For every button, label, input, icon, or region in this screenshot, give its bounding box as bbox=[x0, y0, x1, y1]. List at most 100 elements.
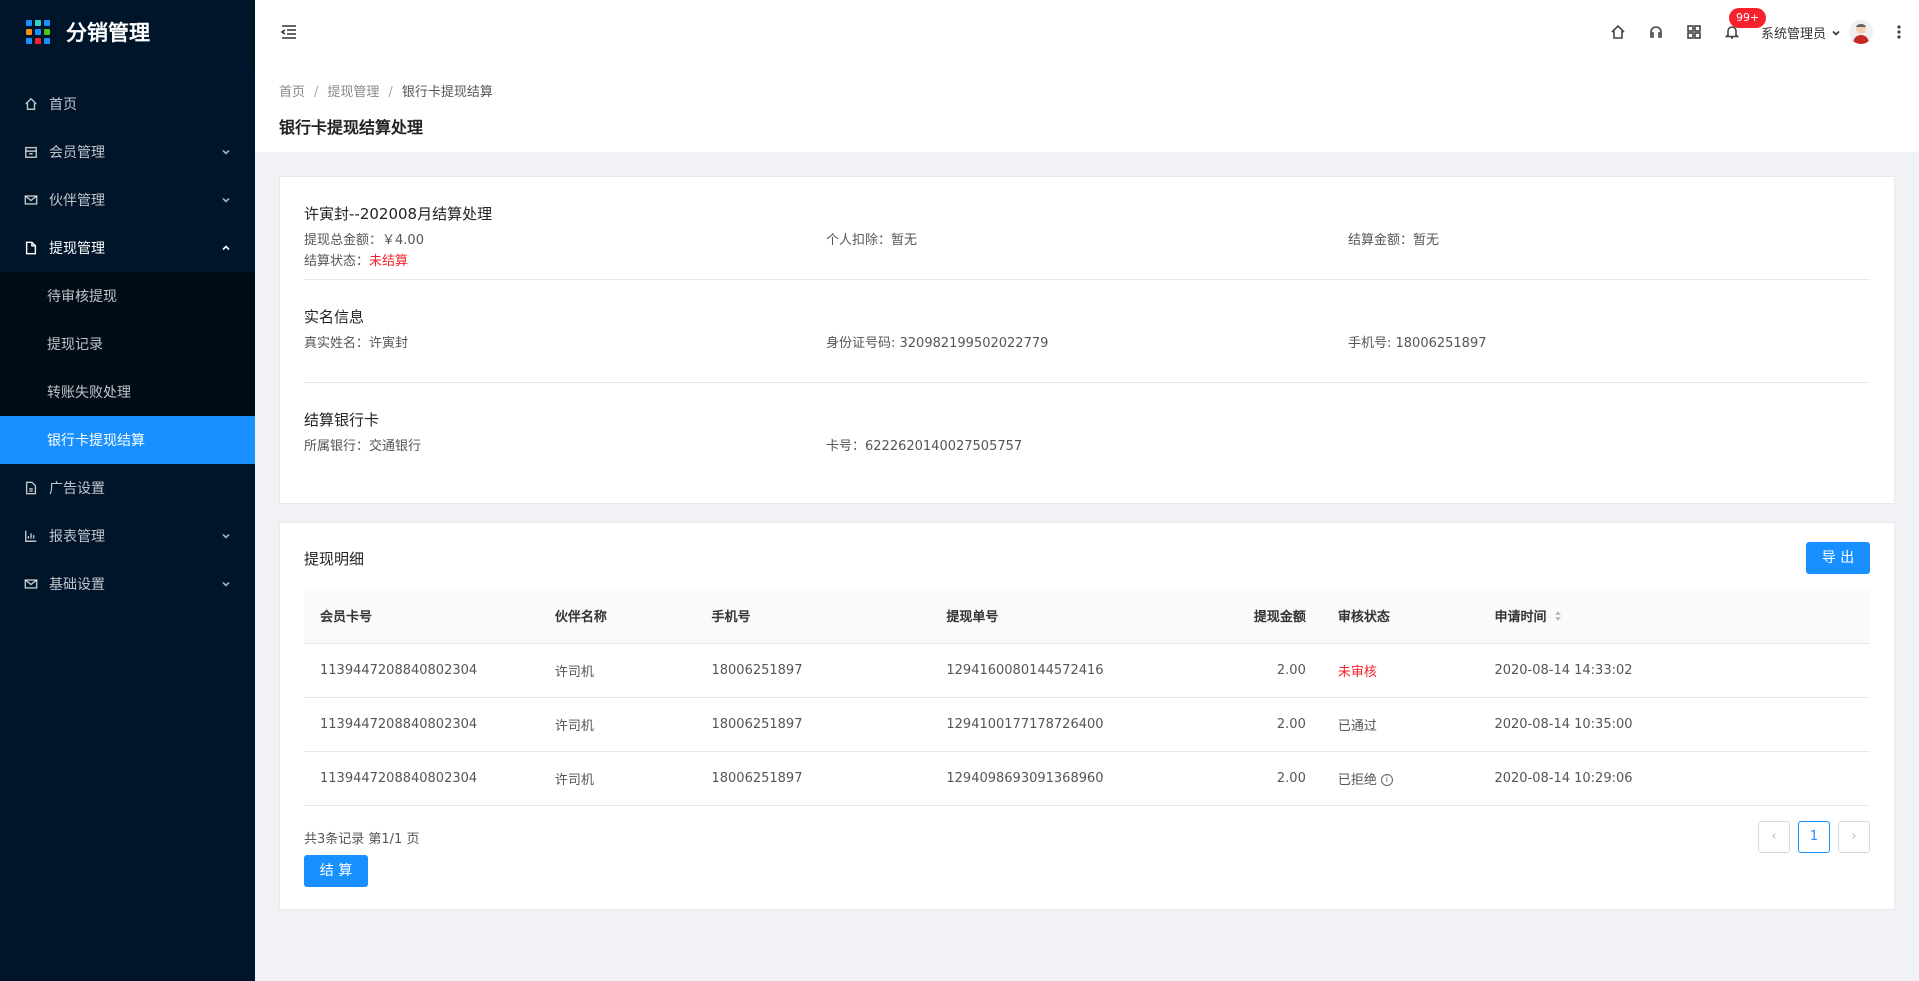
personal-deduction: 个人扣除：暂无 bbox=[826, 233, 918, 248]
pagination-summary: 共3条记录 第1/1 页 bbox=[304, 831, 420, 847]
details-title: 提现明细 bbox=[304, 549, 365, 568]
info-icon[interactable]: i bbox=[1380, 774, 1393, 786]
sidebar-item-members[interactable]: 会员管理 bbox=[0, 128, 255, 176]
sidebar-item-label: 首页 bbox=[49, 97, 77, 113]
bank-title: 结算银行卡 bbox=[304, 411, 380, 429]
status-cell: 已拒绝 i bbox=[1321, 751, 1479, 806]
status-badge: 已拒绝 bbox=[1337, 772, 1377, 788]
page-header: 首页 / 提现管理 / 银行卡提现结算 银行卡提现结算处理 bbox=[255, 64, 1919, 152]
apps-icon[interactable] bbox=[1675, 24, 1713, 40]
home-icon[interactable] bbox=[1599, 24, 1637, 40]
mail-icon bbox=[23, 192, 39, 208]
avatar[interactable] bbox=[1849, 20, 1873, 44]
sort-icon[interactable] bbox=[1554, 610, 1562, 626]
settlement-amount: 结算金额：暂无 bbox=[1348, 233, 1440, 248]
bank-section: 结算银行卡 所属银行：交通银行 卡号：6222620140027505757 bbox=[304, 383, 1870, 486]
chevron-down-icon bbox=[1831, 27, 1841, 37]
chevron-down-icon bbox=[221, 193, 235, 207]
col-order: 提现单号 bbox=[930, 589, 1181, 644]
withdraw-details-card: 提现明细 导 出 会员卡号 伙伴名称 手机号 提现单号 提现金额 审核状态 申请… bbox=[279, 522, 1895, 910]
col-phone: 手机号 bbox=[695, 589, 931, 644]
app-logo[interactable]: 分销管理 bbox=[0, 0, 255, 64]
real-name: 真实姓名：许寅封 bbox=[304, 336, 409, 351]
chevron-right-icon: › bbox=[1851, 829, 1857, 844]
pagination: ‹ 1 › bbox=[1758, 820, 1870, 887]
settlement-info-card: 许寅封--202008月结算处理 提现总金额：￥4.00 个人扣除：暂无 结算金… bbox=[279, 176, 1895, 504]
mail-icon bbox=[23, 576, 39, 592]
grid-logo-icon bbox=[26, 20, 50, 44]
table-header-row: 会员卡号 伙伴名称 手机号 提现单号 提现金额 审核状态 申请时间 bbox=[304, 589, 1870, 644]
bell-icon[interactable]: 99+ bbox=[1713, 8, 1767, 40]
details-table: 会员卡号 伙伴名称 手机号 提现单号 提现金额 审核状态 申请时间 113944… bbox=[304, 589, 1870, 806]
sidebar-item-partners[interactable]: 伙伴管理 bbox=[0, 176, 255, 224]
breadcrumb-item-home[interactable]: 首页 bbox=[279, 85, 305, 100]
realname-section: 实名信息 真实姓名：许寅封 身份证号码: 320982199502022779 … bbox=[304, 280, 1870, 383]
sidebar-subitem-label: 提现记录 bbox=[47, 337, 103, 353]
bank-name: 所属银行：交通银行 bbox=[304, 439, 422, 454]
col-card: 会员卡号 bbox=[304, 589, 539, 644]
col-time[interactable]: 申请时间 bbox=[1478, 589, 1870, 644]
app-title: 分销管理 bbox=[66, 21, 150, 45]
sidebar-item-home[interactable]: 首页 bbox=[0, 80, 255, 128]
headset-icon[interactable] bbox=[1637, 24, 1675, 40]
sidebar-item-withdrawals[interactable]: 提现管理 bbox=[0, 224, 255, 272]
store-icon bbox=[23, 144, 39, 160]
header-actions: 99+ 系统管理员 bbox=[1599, 0, 1919, 64]
col-amount: 提现金额 bbox=[1180, 589, 1322, 644]
breadcrumb: 首页 / 提现管理 / 银行卡提现结算 bbox=[279, 85, 493, 100]
col-partner: 伙伴名称 bbox=[538, 589, 696, 644]
withdrawals-submenu: 待审核提现 提现记录 转账失败处理 银行卡提现结算 bbox=[0, 272, 255, 464]
sidebar-item-basic-settings[interactable]: 基础设置 bbox=[0, 560, 255, 608]
chevron-down-icon bbox=[221, 145, 235, 159]
phone-number: 手机号: 18006251897 bbox=[1348, 336, 1487, 351]
breadcrumb-item-withdrawals[interactable]: 提现管理 bbox=[327, 85, 379, 100]
more-vertical-icon[interactable] bbox=[1879, 24, 1919, 40]
chevron-up-icon bbox=[221, 241, 235, 255]
user-menu[interactable]: 系统管理员 bbox=[1761, 20, 1873, 44]
table-row: 1139447208840802304 许司机 18006251897 1294… bbox=[304, 643, 1870, 698]
settlement-status: 结算状态：未结算 bbox=[304, 254, 409, 269]
bar-chart-icon bbox=[23, 528, 39, 544]
sidebar-item-label: 报表管理 bbox=[49, 529, 105, 545]
card-number: 卡号：6222620140027505757 bbox=[826, 439, 1023, 454]
sidebar-item-label: 广告设置 bbox=[49, 481, 105, 497]
table-row: 1139447208840802304 许司机 18006251897 1294… bbox=[304, 751, 1870, 806]
settlement-title: 许寅封--202008月结算处理 bbox=[304, 205, 493, 223]
chevron-down-icon bbox=[221, 577, 235, 591]
sidebar-item-reports[interactable]: 报表管理 bbox=[0, 512, 255, 560]
sidebar-subitem-transfer-failed[interactable]: 转账失败处理 bbox=[0, 368, 255, 416]
menu-fold-icon[interactable] bbox=[279, 22, 299, 42]
sidebar-subitem-label: 银行卡提现结算 bbox=[47, 433, 145, 449]
sidebar-item-ads[interactable]: 广告设置 bbox=[0, 464, 255, 512]
chevron-down-icon bbox=[221, 529, 235, 543]
sidebar-subitem-pending[interactable]: 待审核提现 bbox=[0, 272, 255, 320]
file-icon bbox=[23, 240, 39, 256]
next-page-button[interactable]: › bbox=[1838, 820, 1870, 853]
sidebar-item-label: 伙伴管理 bbox=[49, 193, 105, 209]
document-icon bbox=[23, 480, 39, 496]
settle-button[interactable]: 结 算 bbox=[304, 854, 368, 887]
export-button[interactable]: 导 出 bbox=[1806, 542, 1870, 574]
sidebar-subitem-label: 转账失败处理 bbox=[47, 385, 131, 401]
id-number: 身份证号码: 320982199502022779 bbox=[826, 336, 1049, 351]
sidebar-menu: 首页 会员管理 伙伴管理 提现管理 待审核提现 提现记录 转账失败处理 银行卡提… bbox=[0, 64, 255, 608]
sidebar-item-label: 提现管理 bbox=[49, 241, 105, 257]
settlement-section: 许寅封--202008月结算处理 提现总金额：￥4.00 个人扣除：暂无 结算金… bbox=[304, 177, 1870, 280]
total-amount: 提现总金额：￥4.00 bbox=[304, 233, 424, 248]
prev-page-button[interactable]: ‹ bbox=[1758, 820, 1790, 853]
status-badge: 未审核 bbox=[1321, 643, 1479, 698]
user-name: 系统管理员 bbox=[1760, 26, 1826, 42]
notification-badge: 99+ bbox=[1728, 8, 1767, 28]
sidebar-subitem-bank-settlement[interactable]: 银行卡提现结算 bbox=[0, 416, 255, 464]
breadcrumb-item-current: 银行卡提现结算 bbox=[401, 85, 493, 100]
sidebar: 分销管理 首页 会员管理 伙伴管理 提现管理 待审核提现 提现记录 转账失败处理… bbox=[0, 0, 255, 981]
table-row: 1139447208840802304 许司机 18006251897 1294… bbox=[304, 697, 1870, 752]
realname-title: 实名信息 bbox=[304, 308, 365, 326]
sidebar-subitem-records[interactable]: 提现记录 bbox=[0, 320, 255, 368]
sidebar-item-label: 会员管理 bbox=[49, 145, 105, 161]
col-status: 审核状态 bbox=[1321, 589, 1479, 644]
page-button-current[interactable]: 1 bbox=[1798, 820, 1830, 853]
page-title: 银行卡提现结算处理 bbox=[279, 118, 424, 137]
chevron-left-icon: ‹ bbox=[1771, 829, 1777, 844]
home-icon bbox=[23, 96, 39, 112]
